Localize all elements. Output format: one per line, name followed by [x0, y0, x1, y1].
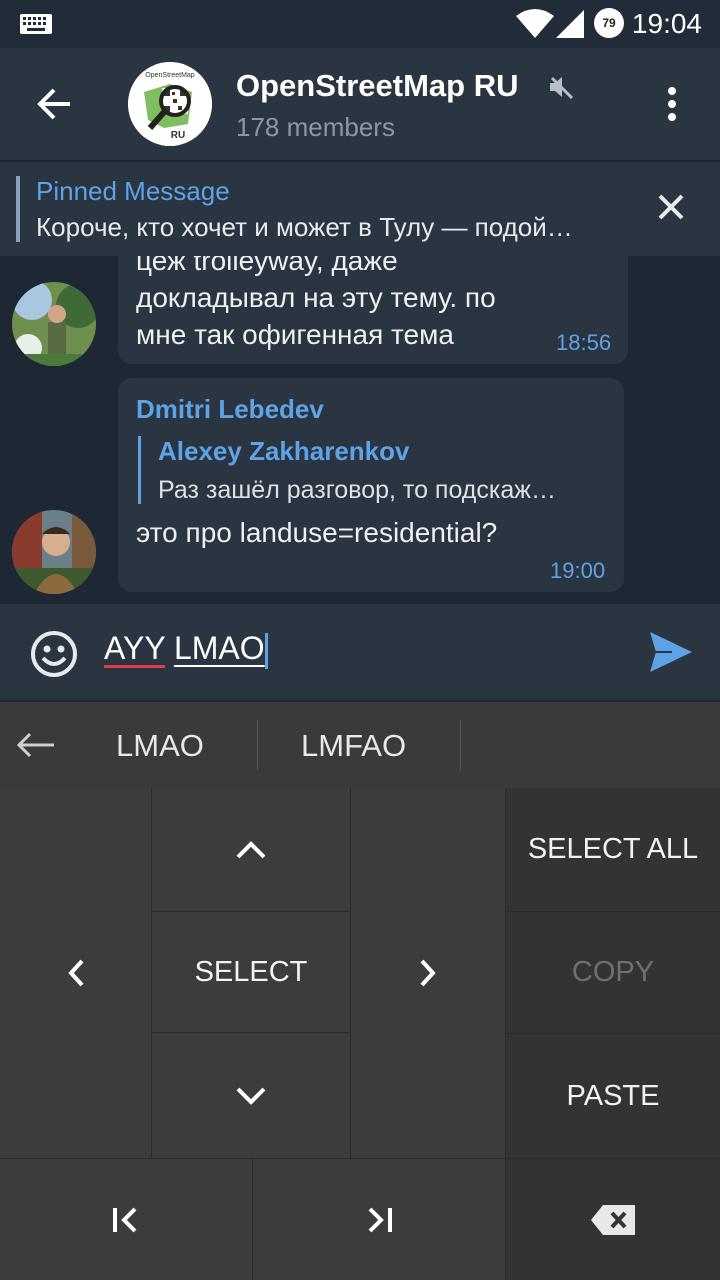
send-icon[interactable] [650, 632, 692, 672]
input-word-composing: LMAO [173, 630, 265, 666]
pinned-accent-bar [16, 176, 20, 242]
message-list[interactable]: цеж trolleyway, даже докладывал на эту т… [0, 256, 720, 604]
suggestion-strip: LMAO LMFAO [0, 702, 720, 789]
pinned-text: Короче, кто хочет и может в Тулу — подой… [36, 212, 573, 242]
reply-quote-bar [138, 436, 141, 504]
backspace-icon [591, 1204, 635, 1235]
text-cursor [264, 632, 268, 669]
chevron-right-icon [420, 959, 436, 987]
status-bar: 79 19:04 [0, 0, 720, 48]
message-time: 19:00 [550, 558, 606, 583]
message-time: 18:56 [556, 330, 612, 355]
muted-speaker-icon [550, 76, 574, 100]
back-arrow-icon[interactable] [16, 732, 56, 758]
backspace-key[interactable] [506, 1159, 720, 1280]
copy-key[interactable]: COPY [506, 912, 720, 1033]
more-vert-icon[interactable] [662, 86, 682, 122]
cursor-right-key[interactable] [351, 788, 505, 1158]
clock: 19:04 [631, 8, 702, 39]
key-divider [252, 1159, 253, 1280]
suggestion-item[interactable]: LMFAO [301, 728, 406, 764]
move-to-end-key[interactable] [253, 1159, 505, 1280]
cursor-down-key[interactable] [152, 1033, 350, 1158]
chevron-left-icon [67, 959, 83, 987]
battery-icon: 79 [594, 8, 624, 38]
select-all-key[interactable]: SELECT ALL [506, 788, 720, 911]
cursor-left-key[interactable] [0, 788, 151, 1158]
suggestion-item[interactable]: LMAO [116, 728, 204, 764]
member-count: 178 members [236, 112, 395, 142]
wifi-icon [516, 9, 554, 38]
message-input-bar: AYY LMAO [0, 604, 720, 700]
chevron-down-icon [236, 1087, 266, 1105]
cell-signal-icon [556, 10, 584, 38]
key-divider [0, 1158, 720, 1159]
pinned-message[interactable]: Pinned Message Короче, кто хочет и может… [0, 162, 720, 256]
key-divider [505, 1033, 720, 1034]
select-key[interactable]: SELECT [152, 912, 350, 1032]
paste-key[interactable]: PASTE [506, 1034, 720, 1158]
move-to-end-icon [368, 1207, 392, 1232]
sender-name[interactable]: Dmitri Lebedev [136, 394, 324, 425]
key-divider [505, 911, 720, 912]
key-divider [151, 911, 351, 912]
message-text-line: мне так офигенная тема [136, 319, 454, 350]
message-text-line: цеж trolleyway, даже [136, 256, 398, 276]
group-avatar[interactable]: OpenStreetMap RU [128, 62, 212, 146]
message-text: это про landuse=residential? [136, 517, 498, 548]
message-bubble[interactable]: Dmitri Lebedev Alexey Zakharenkov Раз за… [118, 378, 624, 592]
chat-header: OpenStreetMap RU OpenStreetMap RU 178 me… [0, 48, 720, 160]
svg-text:RU: RU [171, 130, 185, 141]
input-word-misspelled: AYY [104, 630, 166, 666]
reply-quote-name[interactable]: Alexey Zakharenkov [158, 436, 409, 467]
cursor-up-key[interactable] [152, 788, 350, 911]
key-divider [350, 788, 351, 1159]
message-bubble[interactable]: цеж trolleyway, даже докладывал на эту т… [118, 256, 628, 364]
key-divider [151, 1032, 351, 1033]
message-input[interactable]: AYY LMAO [104, 630, 268, 669]
pinned-label: Pinned Message [36, 176, 230, 206]
reply-quote-text[interactable]: Раз зашёл разговор, то подскаж… [158, 476, 556, 505]
user-avatar[interactable] [12, 510, 96, 594]
suggestion-divider [257, 720, 258, 770]
svg-text:OpenStreetMap: OpenStreetMap [145, 72, 195, 79]
chevron-up-icon [236, 840, 266, 858]
key-divider [151, 788, 152, 1159]
user-avatar[interactable] [12, 282, 96, 366]
close-icon[interactable] [656, 192, 686, 222]
text-editing-keyboard: SELECT SELECT ALL COPY PASTE [0, 788, 720, 1280]
move-to-start-key[interactable] [0, 1159, 252, 1280]
message-text-line: докладывал на эту тему. по [136, 282, 496, 313]
key-divider [505, 788, 506, 1280]
move-to-start-icon [113, 1207, 137, 1232]
back-arrow-icon[interactable] [36, 86, 72, 122]
osm-logo-icon: OpenStreetMap RU [128, 62, 212, 146]
chat-title[interactable]: OpenStreetMap RU [236, 68, 518, 104]
keyboard-icon [20, 14, 52, 34]
suggestion-divider [460, 720, 461, 770]
emoji-icon[interactable] [30, 630, 78, 678]
